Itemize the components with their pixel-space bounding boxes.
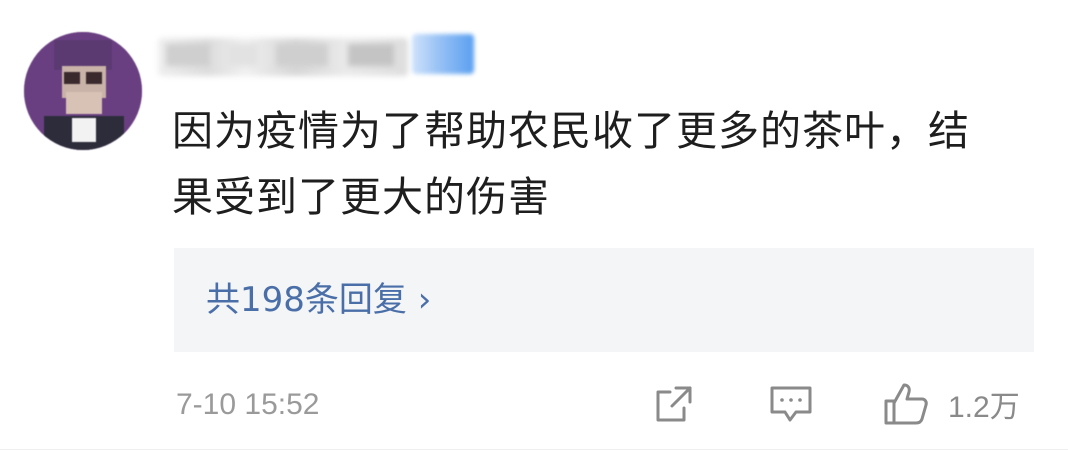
divider: [0, 449, 1068, 450]
user-badge-blurred: [412, 34, 474, 74]
like-count: 1.2万: [948, 391, 1020, 424]
comment-item: 因为疫情为了帮助农民收了更多的茶叶，结果受到了更大的伤害 共198条回复 › 7…: [0, 0, 1068, 454]
replies-count-label: 共198条回复 ›: [206, 280, 432, 320]
username-blurred[interactable]: [158, 38, 408, 76]
share-button[interactable]: [652, 378, 696, 430]
comment-timestamp: 7-10 15:52: [176, 388, 320, 421]
thumbs-up-icon: [882, 381, 930, 427]
comment-icon: [768, 382, 814, 426]
comment-text: 因为疫情为了帮助农民收了更多的茶叶，结果受到了更大的伤害: [172, 107, 970, 221]
view-replies-button[interactable]: 共198条回复 ›: [174, 248, 1034, 352]
avatar[interactable]: [24, 32, 142, 150]
share-icon: [652, 382, 696, 426]
like-button[interactable]: 1.2万: [882, 378, 1020, 430]
comment-button[interactable]: [768, 378, 814, 430]
